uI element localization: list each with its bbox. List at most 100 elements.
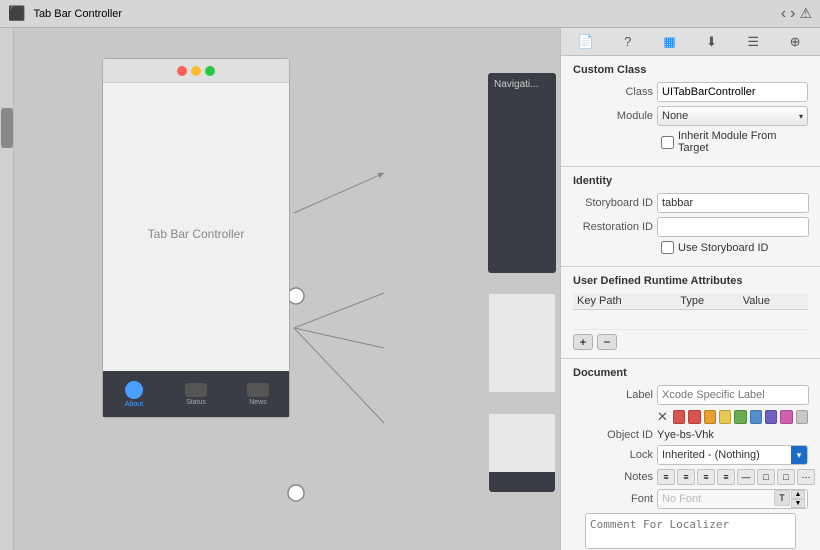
restoration-id-input[interactable] xyxy=(657,217,809,237)
class-label: Class xyxy=(573,86,653,98)
swatch-pink[interactable] xyxy=(780,410,792,424)
use-storyboard-checkbox[interactable] xyxy=(661,241,674,254)
title-bar: ⬛ Tab Bar Controller ‹ › ⚠ xyxy=(0,0,820,28)
identity-section: Identity Storyboard ID tabbar Restoratio… xyxy=(561,167,820,267)
font-stepper: ▲ ▼ xyxy=(791,490,805,508)
label-label: Label xyxy=(573,389,653,401)
inherit-checkbox[interactable] xyxy=(661,136,674,149)
font-stepper-up[interactable]: ▲ xyxy=(791,490,805,499)
dot-red xyxy=(177,66,187,76)
inspector-identity-icon[interactable]: ▦ xyxy=(659,31,681,53)
object-id-label: Object ID xyxy=(573,429,653,441)
canvas-area: Tab Bar Controller About Status News xyxy=(14,28,560,550)
swatch-red2[interactable] xyxy=(688,410,700,424)
module-arrow: ▾ xyxy=(799,112,803,121)
swatch-blue[interactable] xyxy=(750,410,762,424)
class-input[interactable] xyxy=(658,83,808,101)
col-keypath: Key Path xyxy=(573,293,676,310)
add-attr-btn[interactable]: + xyxy=(573,334,593,350)
notes-row: Notes ≡ ≡ ≡ ≡ — □ □ ⋯ xyxy=(573,469,808,485)
swatch-purple[interactable] xyxy=(765,410,777,424)
navigation-panel: Navigati... xyxy=(488,73,556,273)
inherit-row: Inherit Module From Target xyxy=(661,130,808,154)
color-swatches: ✕ xyxy=(657,409,808,425)
storyboard-canvas: Tab Bar Controller About Status News xyxy=(14,28,560,550)
object-id-value: Yye-bs-Vhk xyxy=(657,429,714,441)
tab-dot-status xyxy=(185,383,207,397)
tab-label-news: News xyxy=(249,399,267,406)
nav-back-icon[interactable]: ‹ xyxy=(781,5,786,23)
module-dropdown[interactable]: None ▾ xyxy=(657,106,808,126)
notes-toolbar: ≡ ≡ ≡ ≡ — □ □ ⋯ xyxy=(657,469,815,485)
inspector-help-icon[interactable]: ? xyxy=(617,31,639,53)
custom-class-section: Custom Class Class ▾ Module None ▾ Inher… xyxy=(561,56,820,167)
lock-value: Inherited - (Nothing) xyxy=(658,446,791,464)
font-row: Font No Font T ▲ ▼ xyxy=(573,489,808,509)
module-row: Module None ▾ xyxy=(573,106,808,126)
notes-more[interactable]: ⋯ xyxy=(797,469,815,485)
inspector-attributes-icon[interactable]: ⬇ xyxy=(700,31,722,53)
device-tabbar: About Status News xyxy=(103,371,289,417)
device-body: Tab Bar Controller xyxy=(103,83,289,385)
tab-dot-active xyxy=(125,381,143,399)
panel-3-tabbar xyxy=(489,472,555,492)
right-panel: 📄 ? ▦ ⬇ ☰ ⊕ Custom Class Class ▾ Module … xyxy=(560,28,820,550)
class-row: Class ▾ xyxy=(573,82,808,102)
left-strip xyxy=(0,28,14,550)
swatch-green[interactable] xyxy=(734,410,746,424)
label-row: Label xyxy=(573,385,808,405)
module-label: Module xyxy=(573,110,653,122)
inspector-connections-icon[interactable]: ☰ xyxy=(742,31,764,53)
module-value: None xyxy=(662,110,688,122)
storyboard-id-label: Storyboard ID xyxy=(573,197,653,209)
notes-box2[interactable]: □ xyxy=(777,469,795,485)
inspector-toolbar: 📄 ? ▦ ⬇ ☰ ⊕ xyxy=(561,28,820,56)
lock-arrow[interactable]: ▾ xyxy=(791,446,807,464)
storyboard-id-input[interactable]: tabbar xyxy=(657,193,809,213)
attr-actions: + − xyxy=(573,334,808,350)
font-actions: T ▲ ▼ xyxy=(774,490,805,508)
font-T-btn[interactable]: T xyxy=(774,490,790,506)
font-placeholder: No Font xyxy=(662,493,701,505)
label-input[interactable] xyxy=(657,385,809,405)
swatch-yellow[interactable] xyxy=(719,410,731,424)
window-title: Tab Bar Controller xyxy=(33,8,122,20)
font-label: Font xyxy=(573,493,653,505)
font-stepper-down[interactable]: ▼ xyxy=(791,499,805,508)
swatch-gray[interactable] xyxy=(796,410,808,424)
notes-align-center[interactable]: ≡ xyxy=(677,469,695,485)
device-label: Tab Bar Controller xyxy=(148,227,245,241)
lock-label: Lock xyxy=(573,449,653,461)
restoration-id-row: Restoration ID xyxy=(573,217,808,237)
swatch-red[interactable] xyxy=(673,410,685,424)
document-title: Document xyxy=(573,367,808,379)
swatch-x-btn[interactable]: ✕ xyxy=(657,409,668,425)
use-storyboard-row: Use Storyboard ID xyxy=(661,241,808,254)
attributes-tbody xyxy=(573,310,808,330)
nav-forward-icon[interactable]: › xyxy=(790,5,795,23)
notes-align-right[interactable]: ≡ xyxy=(697,469,715,485)
comment-input[interactable] xyxy=(585,513,796,549)
notes-align-left[interactable]: ≡ xyxy=(657,469,675,485)
lock-dropdown[interactable]: Inherited - (Nothing) ▾ xyxy=(657,445,808,465)
left-label xyxy=(16,308,26,338)
title-nav: ‹ › ⚠ xyxy=(781,5,812,23)
class-input-container[interactable]: ▾ xyxy=(657,82,808,102)
inspector-file-icon[interactable]: 📄 xyxy=(575,31,597,53)
tab-item-1: Status xyxy=(165,383,227,406)
notes-dash[interactable]: — xyxy=(737,469,755,485)
tab-item-2: News xyxy=(227,383,289,406)
inspector-bindings-icon[interactable]: ⊕ xyxy=(784,31,806,53)
left-scrollbar[interactable] xyxy=(1,108,13,148)
lock-row: Lock Inherited - (Nothing) ▾ xyxy=(573,445,808,465)
device-titlebar xyxy=(103,59,289,83)
document-section: Document Label ✕ Object ID xyxy=(561,359,820,550)
remove-attr-btn[interactable]: − xyxy=(597,334,617,350)
notes-box1[interactable]: □ xyxy=(757,469,775,485)
main-area: Tab Bar Controller About Status News xyxy=(0,28,820,550)
notes-align-justify[interactable]: ≡ xyxy=(717,469,735,485)
dot-green xyxy=(205,66,215,76)
attributes-table: Key Path Type Value xyxy=(573,293,808,330)
identity-title: Identity xyxy=(573,175,808,187)
swatch-orange[interactable] xyxy=(704,410,716,424)
